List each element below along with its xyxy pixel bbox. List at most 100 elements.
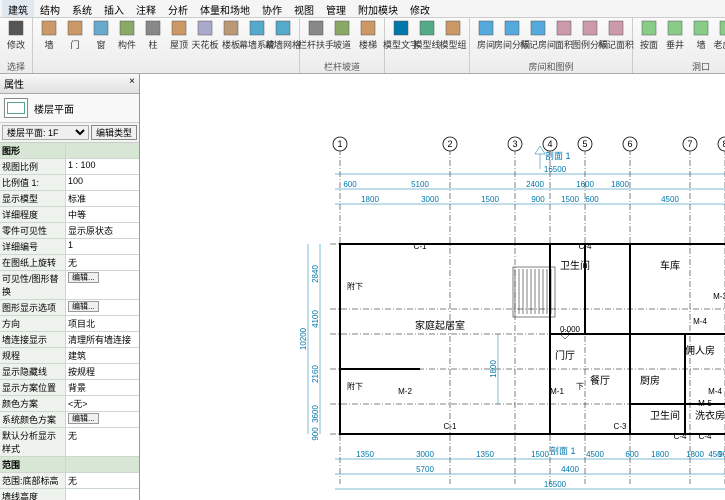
railing-button[interactable]: 栏杆扶手 [304,19,328,51]
menu-6[interactable]: 体量和场地 [194,0,256,17]
prop-value[interactable]: 编辑... [66,300,139,315]
prop-row[interactable]: 默认分析显示样式无 [0,428,139,457]
svg-text:剖面 1: 剖面 1 [545,150,571,161]
window-button[interactable]: 窗 [89,19,113,51]
prop-row[interactable]: 系统颜色方案编辑... [0,412,139,428]
prop-key: 显示模型 [0,191,66,206]
ribbon-group-label: 洞口 [633,60,725,73]
prop-value[interactable]: 无 [66,255,139,270]
prop-row[interactable]: 规程建筑 [0,348,139,364]
shaft-button[interactable]: 垂井 [663,19,687,51]
by-face-button[interactable]: 按面 [637,19,661,51]
menu-1[interactable]: 结构 [34,0,66,17]
edit-button[interactable]: 编辑... [68,413,99,424]
prop-value[interactable] [66,489,139,500]
prop-row[interactable]: 在图纸上旋转无 [0,255,139,271]
prop-value[interactable]: 1 [66,239,139,254]
prop-value[interactable]: 中等 [66,207,139,222]
component-button[interactable]: 构件 [115,19,139,51]
svg-text:2: 2 [447,139,452,149]
prop-row[interactable]: 显示方案位置背景 [0,380,139,396]
prop-value[interactable]: 清理所有墙连接 [66,332,139,347]
prop-row[interactable]: 比例值 1:100 [0,175,139,191]
prop-row[interactable]: 范围:底部标高无 [0,473,139,489]
svg-text:C-4: C-4 [699,432,712,441]
menu-3[interactable]: 插入 [98,0,130,17]
prop-row[interactable]: 详细编号1 [0,239,139,255]
by-face-icon [640,19,658,37]
prop-row[interactable]: 墙线高度 [0,489,139,500]
svg-text:1800: 1800 [361,195,379,204]
svg-text:0.000: 0.000 [560,325,581,334]
model-group-button[interactable]: 模型组 [441,19,465,51]
stair-button[interactable]: 楼梯 [356,19,380,51]
prop-value[interactable]: 无 [66,428,139,456]
close-icon[interactable]: × [129,76,135,91]
prop-section: 范围 [0,457,66,472]
wall-open-button[interactable]: 墙 [689,19,713,51]
menu-2[interactable]: 系统 [66,0,98,17]
prop-row[interactable]: 视图比例1 : 100 [0,159,139,175]
model-line-button[interactable]: 模型线 [415,19,439,51]
svg-text:剖面 1: 剖面 1 [550,445,576,456]
prop-row[interactable]: 图形显示选项编辑... [0,300,139,316]
edit-button[interactable]: 编辑... [68,272,99,283]
room-tag-button[interactable]: 标记房间 [526,19,550,51]
prop-row[interactable]: 颜色方案<无> [0,396,139,412]
door-button[interactable]: 门 [63,19,87,51]
svg-text:卫生间: 卫生间 [650,409,680,422]
area-tag-icon [607,19,625,37]
prop-row[interactable]: 显示模型标准 [0,191,139,207]
svg-text:3000: 3000 [421,195,439,204]
wall-button[interactable]: 墙 [37,19,61,51]
prop-value[interactable]: 1 : 100 [66,159,139,174]
modify-icon [7,19,25,37]
ramp-button[interactable]: 坡道 [330,19,354,51]
prop-value[interactable]: 无 [66,473,139,488]
edit-button[interactable]: 编辑... [68,301,99,312]
prop-value[interactable]: 100 [66,175,139,190]
menu-9[interactable]: 管理 [320,0,352,17]
prop-row[interactable]: 墙连接显示清理所有墙连接 [0,332,139,348]
prop-value[interactable]: 背景 [66,380,139,395]
column-button[interactable]: 柱 [141,19,165,51]
instance-selector[interactable]: 楼层平面: 1F [2,125,89,140]
prop-value[interactable]: 项目北 [66,316,139,331]
area-tag-button[interactable]: 标记面积 [604,19,628,51]
prop-value[interactable]: 编辑... [66,271,139,299]
svg-text:M-1: M-1 [550,387,564,396]
prop-row[interactable]: 零件可见性显示原状态 [0,223,139,239]
prop-row[interactable]: 显示隐藏线按规程 [0,364,139,380]
menu-8[interactable]: 视图 [288,0,320,17]
prop-key: 范围:底部标高 [0,473,66,488]
properties-type-selector[interactable]: 楼层平面 [0,94,139,123]
curtain-grid-button[interactable]: 幕墙网格 [271,19,295,51]
edit-type-button[interactable]: 编辑类型 [91,125,137,140]
model-text-button[interactable]: 模型文字 [389,19,413,51]
menu-7[interactable]: 协作 [256,0,288,17]
menu-0[interactable]: 建筑 [2,0,34,17]
ceiling-button[interactable]: 天花板 [193,19,217,51]
modify-button[interactable]: 修改 [4,19,28,51]
roof-button[interactable]: 屋顶 [167,19,191,51]
prop-row[interactable]: 详细程度中等 [0,207,139,223]
menu-5[interactable]: 分析 [162,0,194,17]
menu-10[interactable]: 附加模块 [352,0,404,17]
svg-text:卫生间: 卫生间 [560,259,590,272]
svg-text:4500: 4500 [586,450,604,459]
prop-row[interactable]: 可见性/图形替换编辑... [0,271,139,300]
prop-value[interactable]: 编辑... [66,412,139,427]
prop-value[interactable]: 按规程 [66,364,139,379]
prop-value[interactable]: <无> [66,396,139,411]
prop-value[interactable]: 建筑 [66,348,139,363]
prop-value[interactable]: 标准 [66,191,139,206]
svg-text:2400: 2400 [526,180,544,189]
ribbon: 修改选择墙门窗构件柱屋顶天花板楼板幕墙系统幕墙网格栏杆扶手坡道楼梯栏杆坡道模型文… [0,18,725,74]
drawing-canvas[interactable]: 123456789FEDCBA剖面 1剖面 10.000家庭起居室卫生间车库门厅… [140,74,725,500]
prop-key: 默认分析显示样式 [0,428,66,456]
prop-row[interactable]: 方向项目北 [0,316,139,332]
vertical-button[interactable]: 老虎窗 [715,19,725,51]
menu-11[interactable]: 修改 [404,0,436,17]
menu-4[interactable]: 注释 [130,0,162,17]
prop-value[interactable]: 显示原状态 [66,223,139,238]
